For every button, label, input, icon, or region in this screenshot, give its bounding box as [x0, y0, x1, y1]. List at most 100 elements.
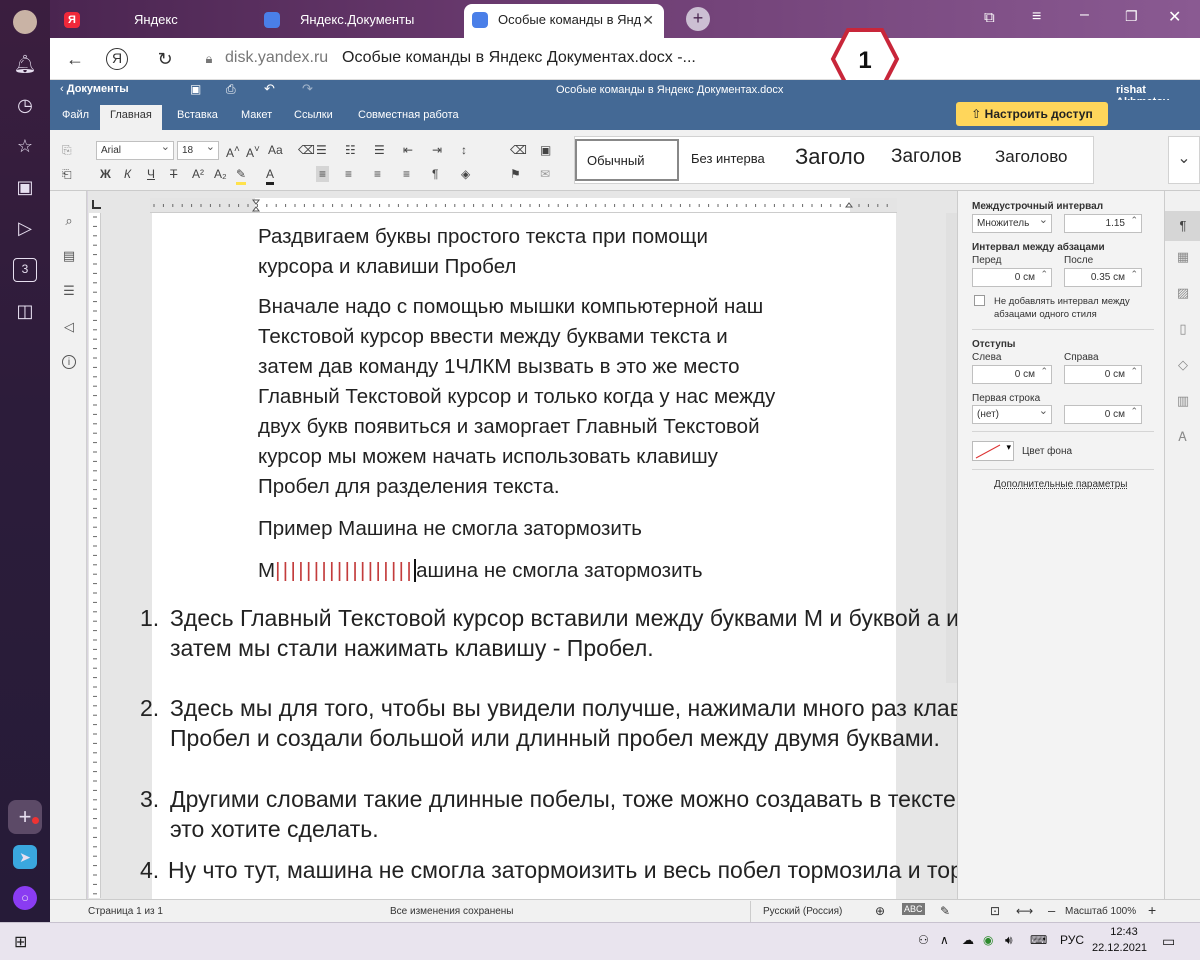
line-spacing-icon[interactable]: ↕ — [461, 142, 467, 158]
paragraph-marks-icon[interactable]: ¶ — [432, 166, 438, 182]
security-icon[interactable]: ◉ — [983, 933, 993, 947]
font-size-select[interactable]: 18 — [177, 139, 219, 160]
tab-file[interactable]: Файл — [52, 105, 99, 130]
indent-right-field[interactable]: 0 см — [1064, 363, 1142, 384]
shading-icon[interactable]: ◈ — [461, 166, 470, 182]
italic-icon[interactable]: К — [124, 166, 131, 182]
expand-styles-icon[interactable]: ⌄ — [1168, 136, 1200, 184]
input-language[interactable]: РУС — [1060, 933, 1084, 947]
back-icon[interactable]: ← — [62, 46, 88, 72]
highlight-icon[interactable]: ✎ — [236, 166, 247, 185]
table-settings-icon[interactable]: ▦ — [1174, 249, 1192, 267]
tab-insert[interactable]: Вставка — [167, 105, 228, 130]
justify-icon[interactable]: ≡ — [403, 166, 410, 182]
style-heading-3[interactable]: Заголово — [985, 135, 1085, 179]
align-right-icon[interactable]: ≡ — [374, 166, 381, 182]
text-art-icon[interactable]: Ꭺ — [1174, 429, 1192, 447]
decrease-font-icon[interactable]: A˅ — [246, 142, 260, 161]
search-icon[interactable]: ⌕ — [60, 213, 78, 231]
line-spacing-value[interactable]: 1.15 — [1064, 212, 1142, 233]
paragraph-example[interactable]: Пример Машина не смогла затормозить — [258, 514, 898, 544]
url-title[interactable]: Особые команды в Яндекс Документах.docx … — [342, 49, 696, 67]
yandex-logo-icon[interactable]: Я — [106, 48, 128, 70]
strikethrough-icon[interactable]: Т — [170, 166, 177, 182]
paragraph-settings-icon[interactable]: ¶ — [1165, 211, 1200, 241]
people-icon[interactable]: ⚇ — [918, 933, 929, 947]
tab-layout[interactable]: Макет — [231, 105, 282, 130]
format-painter-icon[interactable]: ⚑ — [510, 166, 521, 182]
close-window-icon[interactable]: ✕ — [1168, 7, 1181, 27]
mail-icon[interactable]: ✉ — [540, 166, 550, 182]
track-changes-icon[interactable]: ✎ — [940, 904, 950, 918]
reload-icon[interactable]: ↻ — [152, 46, 178, 72]
multilevel-list-icon[interactable]: ☰ — [374, 142, 385, 158]
tab-references[interactable]: Ссылки — [284, 105, 343, 130]
bold-icon[interactable]: Ж — [100, 166, 111, 182]
style-heading-1[interactable]: Заголо — [785, 135, 879, 179]
print-icon[interactable]: ⎙ — [226, 82, 236, 97]
tab-home[interactable]: Главная — [100, 105, 162, 130]
align-center-icon[interactable]: ≡ — [345, 166, 352, 182]
url-host[interactable]: disk.yandex.ru — [225, 49, 328, 67]
restore-icon[interactable]: ❐ — [1125, 8, 1138, 25]
zoom-in-icon[interactable]: + — [1148, 902, 1156, 918]
tab-documents[interactable]: Яндекс.Документы — [256, 4, 456, 38]
clear-format-icon[interactable]: ⌫ — [298, 142, 315, 158]
style-no-spacing[interactable]: Без интерва — [681, 137, 783, 181]
line-spacing-mode-select[interactable]: Множитель — [972, 212, 1052, 233]
style-normal[interactable]: Обычный — [575, 139, 679, 181]
collections-icon[interactable]: ▣ — [13, 175, 37, 199]
eraser-icon[interactable]: ⌫ — [510, 142, 527, 158]
bullet-list-icon[interactable]: ☰ — [316, 142, 327, 158]
tab-collaboration[interactable]: Совместная работа — [348, 105, 469, 130]
first-line-value[interactable]: 0 см — [1064, 403, 1142, 424]
notifications-icon[interactable]: ▭ — [1162, 933, 1175, 950]
comments-icon[interactable]: ▤ — [60, 248, 78, 266]
change-case-icon[interactable]: Aa — [268, 142, 283, 158]
vertical-ruler[interactable] — [89, 213, 101, 898]
first-line-mode-select[interactable]: (нет) — [972, 403, 1052, 424]
numbered-list-icon[interactable]: ☷ — [345, 142, 356, 158]
chart-settings-icon[interactable]: ▥ — [1174, 393, 1192, 411]
history-icon[interactable]: ◷ — [13, 93, 37, 117]
page-counter[interactable]: Страница 1 из 1 — [88, 906, 163, 917]
undo-icon[interactable]: ↶ — [264, 81, 275, 97]
volume-icon[interactable]: 🔊︎ — [1005, 933, 1013, 948]
clock-time[interactable]: 12:43 — [1102, 926, 1146, 938]
tab-active-document[interactable]: Особые команды в Янд ✕ — [464, 4, 664, 38]
shape-icon[interactable]: ▣ — [540, 142, 551, 158]
tray-expand-icon[interactable]: ∧ — [940, 933, 949, 947]
close-tab-icon[interactable]: ✕ — [642, 4, 654, 36]
fit-page-icon[interactable]: ⊡ — [990, 904, 1000, 918]
alice-icon[interactable]: ○ — [13, 886, 37, 910]
spacing-after-field[interactable]: 0.35 см — [1064, 266, 1142, 287]
paste-icon[interactable]: ⎗ — [62, 166, 72, 182]
clock-date[interactable]: 22.12.2021 — [1092, 942, 1147, 954]
messenger-icon[interactable]: ➤ — [13, 845, 37, 869]
bookmarks-icon[interactable]: ⧉ — [984, 9, 995, 26]
image-settings-icon[interactable]: ▨ — [1174, 285, 1192, 303]
globe-icon[interactable]: ⊕ — [875, 904, 885, 918]
align-left-icon[interactable]: ≡ — [316, 166, 330, 182]
save-icon[interactable]: ▣ — [190, 82, 201, 96]
copy-icon[interactable]: ⎘ — [62, 142, 72, 158]
header-footer-icon[interactable]: ▯ — [1174, 321, 1192, 339]
navigation-icon[interactable]: ☰ — [60, 283, 78, 301]
paragraph-instructions[interactable]: Вначале надо с помощью мышки компьютерно… — [258, 292, 898, 502]
underline-icon[interactable]: Ч — [147, 166, 155, 182]
font-name-select[interactable]: Arial — [96, 139, 174, 160]
spacing-before-field[interactable]: 0 см — [972, 266, 1052, 287]
feedback-icon[interactable]: ◁ — [60, 319, 78, 337]
menu-icon[interactable]: ≡ — [1032, 8, 1041, 26]
info-icon[interactable]: i — [62, 355, 76, 369]
share-button[interactable]: ⇧ Настроить доступ — [956, 102, 1108, 126]
star-icon[interactable]: ☆ — [13, 134, 37, 158]
indent-left-field[interactable]: 0 см — [972, 363, 1052, 384]
subscript-icon[interactable]: A₂ — [214, 166, 227, 182]
decrease-indent-icon[interactable]: ⇤ — [403, 142, 413, 158]
paragraph-spaced-example[interactable]: М||||||||||||||||||ашина не смогла затор… — [258, 556, 898, 586]
increase-font-icon[interactable]: A˄ — [226, 142, 240, 161]
redo-icon[interactable]: ↷ — [302, 81, 313, 97]
tab-yandex[interactable]: Я Яндекс — [56, 4, 246, 38]
style-heading-2[interactable]: Заголов — [881, 135, 981, 179]
